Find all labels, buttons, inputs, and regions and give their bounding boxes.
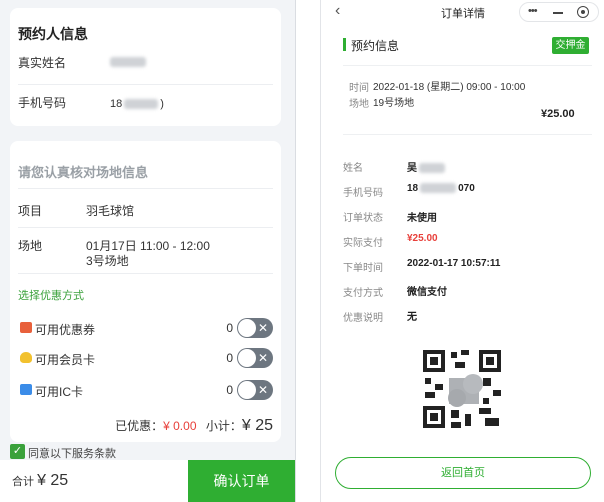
total-value: ¥ 25	[37, 472, 69, 489]
time-label: 时间	[349, 83, 369, 94]
member-card-toggle[interactable]: ✕	[237, 348, 273, 368]
item-value: 羽毛球馆	[86, 204, 135, 218]
court-name: 3号场地	[86, 254, 129, 268]
close-circle-icon[interactable]	[577, 6, 589, 18]
back-home-button[interactable]: 返回首页	[335, 457, 591, 489]
order-time-value: 2022-01-17 10:57:11	[407, 258, 501, 269]
pay-deposit-button[interactable]: 交押金	[552, 37, 589, 54]
court-label: 场地	[18, 239, 43, 253]
divider	[18, 273, 273, 274]
member-card-option[interactable]: 可用会员卡 0 ✕	[18, 348, 273, 370]
venue-info-title: 请您认真核对场地信息	[18, 165, 149, 180]
real-name-value[interactable]	[110, 56, 146, 68]
phone-prefix: 18	[110, 98, 123, 110]
time-value: 2022-01-18 (星期二) 09:00 - 10:00	[373, 82, 526, 93]
payment-method-value: 微信支付	[407, 287, 447, 298]
subtotal-label: 小计：	[205, 419, 242, 433]
order-status-label: 订单状态	[343, 213, 383, 224]
ic-card-option[interactable]: 可用IC卡 0 ✕	[18, 380, 273, 402]
section-marker	[343, 38, 346, 51]
close-icon: ✕	[257, 351, 268, 365]
coupon-label: 可用优惠券	[35, 323, 96, 337]
order-status-value: 未使用	[407, 213, 437, 224]
discount-summary: 已优惠：¥ 0.00 小计：¥ 25	[115, 417, 273, 435]
qr-code-icon	[421, 348, 503, 430]
coupon-icon	[20, 322, 32, 333]
booking-price: ¥25.00	[541, 108, 575, 120]
divider	[343, 134, 592, 135]
divider	[18, 84, 273, 85]
member-card-label: 可用会员卡	[35, 353, 96, 367]
confirm-order-button[interactable]: 确认订单	[188, 460, 295, 502]
screen: 预约人信息 真实姓名 手机号码 18) 请您认真核对场地信息 项目 羽毛球馆 场…	[0, 0, 604, 502]
close-icon: ✕	[257, 383, 268, 397]
nav-bar: ‹ 订单详情 •••	[321, 0, 604, 24]
booker-info-title: 预约人信息	[18, 26, 88, 42]
paid-amount-value: ¥25.00	[407, 233, 438, 244]
phone-value: 18 070	[407, 183, 475, 194]
ic-card-count: 0	[226, 383, 233, 397]
phone-label: 手机号码	[18, 96, 67, 110]
booking-info-title: 预约信息	[351, 39, 400, 53]
order-total: 合计 ¥ 25	[12, 472, 68, 490]
venue-info-card: 请您认真核对场地信息 项目 羽毛球馆 场地 01月17日 11:00 - 12:…	[10, 141, 281, 442]
divider	[18, 227, 273, 228]
mini-program-capsule: •••	[519, 2, 599, 22]
court-value: 19号场地	[373, 98, 415, 109]
payment-method-label: 支付方式	[343, 288, 383, 299]
ic-card-icon	[20, 384, 32, 395]
terms-text: 同意以下服务条款	[28, 448, 116, 460]
order-detail-panel: ‹ 订单详情 ••• 预约信息 交押金 时间 2022-01-18 (星期二) …	[320, 0, 604, 502]
name-label: 姓名	[343, 163, 363, 174]
total-label: 合计	[12, 476, 34, 488]
minimize-icon[interactable]	[553, 12, 563, 14]
coupon-count: 0	[226, 321, 233, 335]
discount-note-value: 无	[407, 312, 417, 323]
order-time-label: 下单时间	[343, 263, 383, 274]
phone-value[interactable]: 18)	[110, 98, 164, 110]
close-icon: ✕	[257, 321, 268, 335]
discount-heading: 选择优惠方式	[18, 290, 84, 302]
discount-note-label: 优惠说明	[343, 313, 383, 324]
discounted-value: ¥ 0.00	[163, 419, 197, 433]
coupon-toggle[interactable]: ✕	[237, 318, 273, 338]
ic-card-label: 可用IC卡	[35, 385, 84, 399]
more-icon[interactable]: •••	[528, 5, 538, 17]
coupon-option[interactable]: 可用优惠券 0 ✕	[18, 318, 273, 340]
name-value: 吴	[407, 159, 445, 174]
paid-amount-label: 实际支付	[343, 238, 383, 249]
divider	[343, 65, 592, 66]
phone-label: 手机号码	[343, 188, 383, 199]
booking-form-panel: 预约人信息 真实姓名 手机号码 18) 请您认真核对场地信息 项目 羽毛球馆 场…	[0, 0, 296, 502]
item-label: 项目	[18, 204, 43, 218]
member-card-icon	[20, 352, 32, 363]
court-label: 场地	[349, 99, 369, 110]
ic-card-toggle[interactable]: ✕	[237, 380, 273, 400]
subtotal-value: ¥ 25	[241, 417, 273, 434]
check-icon[interactable]: ✓	[10, 444, 25, 459]
booker-info-card: 预约人信息 真实姓名 手机号码 18)	[10, 8, 281, 126]
divider	[18, 188, 273, 189]
discounted-label: 已优惠：	[115, 419, 164, 433]
checkout-bar: 合计 ¥ 25 确认订单	[0, 460, 295, 502]
real-name-label: 真实姓名	[18, 56, 67, 70]
member-card-count: 0	[226, 351, 233, 365]
phone-suffix: )	[160, 98, 164, 110]
